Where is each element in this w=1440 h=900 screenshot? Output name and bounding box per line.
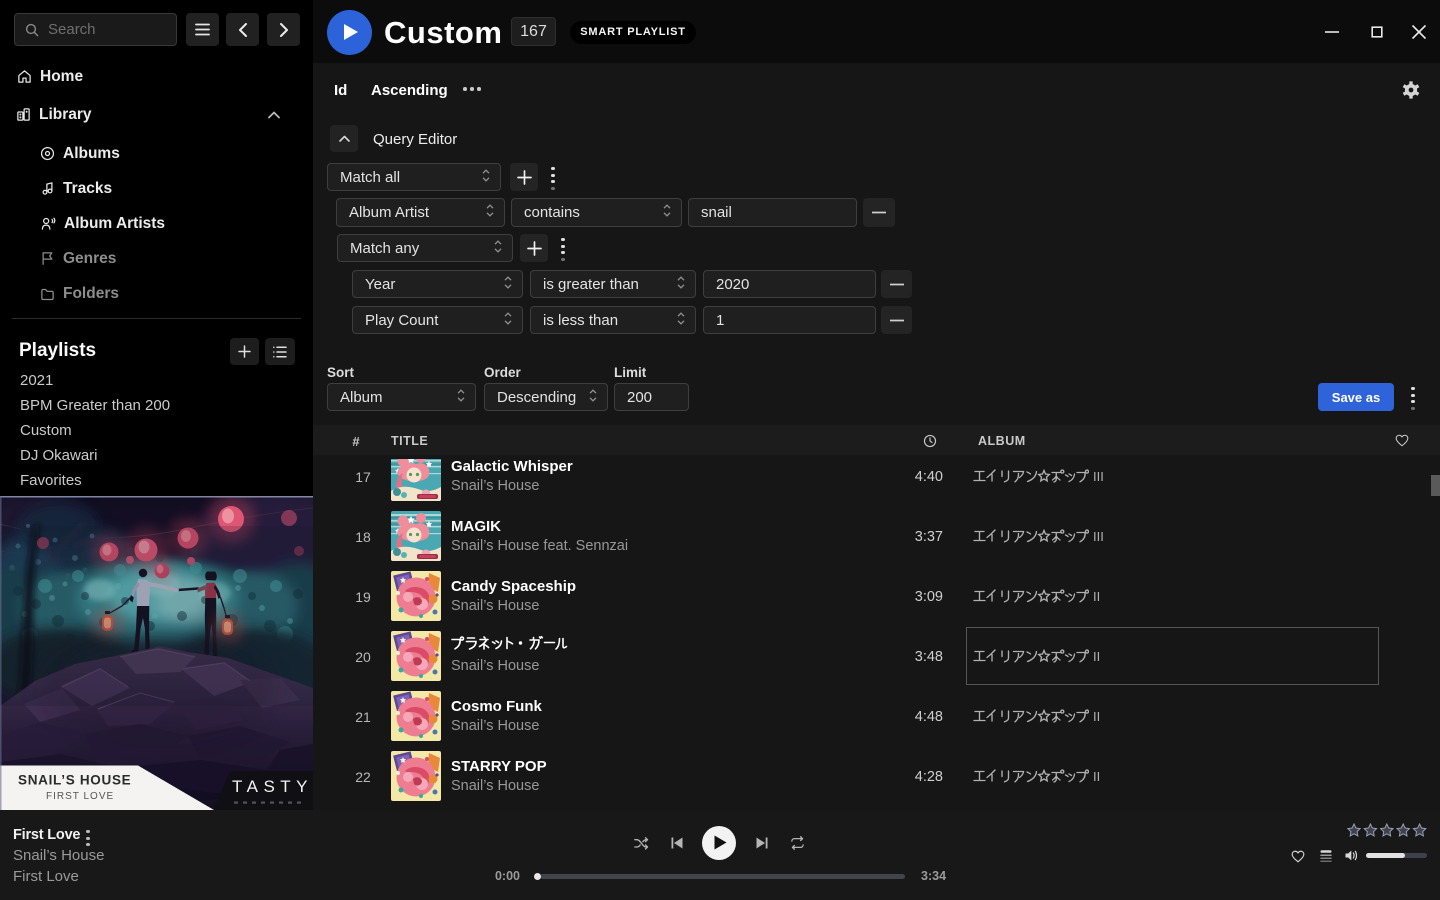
svg-text:TASTY: TASTY xyxy=(232,777,313,796)
svg-text:SNAIL’S HOUSE: SNAIL’S HOUSE xyxy=(18,773,131,788)
svg-text:FIRST LOVE: FIRST LOVE xyxy=(46,791,114,802)
